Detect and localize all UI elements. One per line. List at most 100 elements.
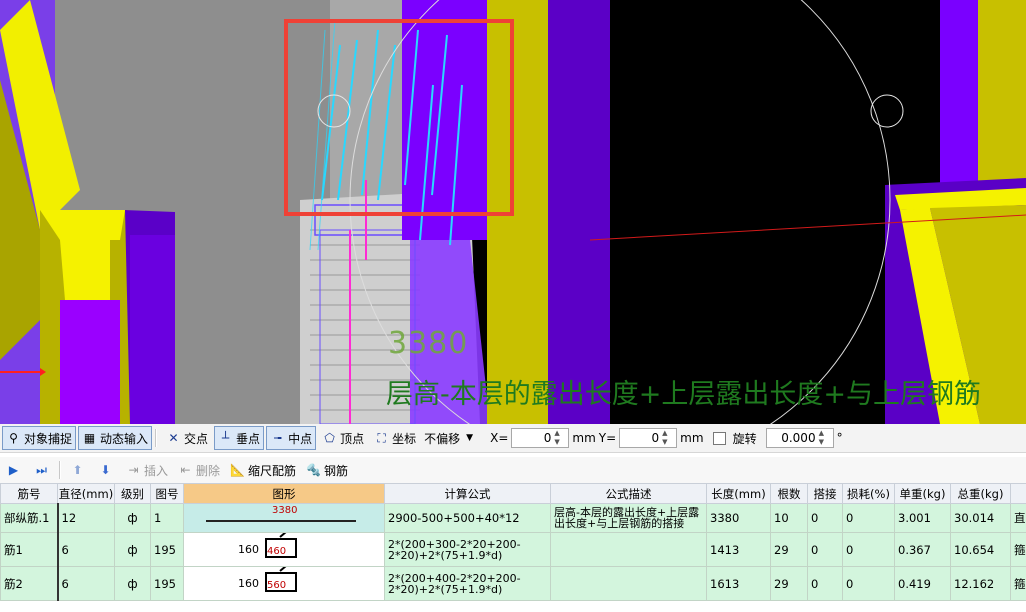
description-cell[interactable] [550,566,707,601]
3d-scene [0,0,1026,424]
formula-cell[interactable]: 2900-500+500+40*12 [384,503,551,533]
unit-weight-cell[interactable]: 3.001 [894,503,951,533]
arrow-up-icon: ⬆ [72,462,83,477]
figure-no-cell[interactable]: 195 [150,532,184,567]
midpoint-snap-button[interactable]: ╼ 中点 [266,426,317,450]
header-cell[interactable]: 总重(kg) [950,483,1011,504]
nav-next-button[interactable]: ▶ [2,458,28,482]
y-label: Y= [598,431,617,445]
table-row[interactable]: 筋2 6 ф 195 160 560 2*(200+400-2*20+200-2… [0,566,1026,601]
unit-weight-cell[interactable]: 0.367 [894,532,951,567]
nav-last-button[interactable]: ⏭ [30,458,56,482]
table-row[interactable]: 筋1 6 ф 195 160 460 2*(200+300-2*20+200-2… [0,532,1026,567]
count-cell[interactable]: 29 [770,532,808,567]
header-cell[interactable] [1010,483,1026,504]
length-cell[interactable]: 1413 [706,532,771,567]
total-weight-cell[interactable]: 30.014 [950,503,1011,533]
rotate-checkbox[interactable] [712,431,726,445]
grid-input-icon: ▦ [83,430,96,445]
figure-no-cell[interactable]: 1 [150,503,184,533]
type-cell[interactable]: 直 [1010,503,1026,533]
rebar-name-cell[interactable]: 筋2 [0,566,59,601]
header-cell[interactable]: 搭接 [807,483,843,504]
figure-no-cell[interactable]: 195 [150,566,184,601]
x-label: X= [490,431,509,445]
rebar-button[interactable]: 🔩 钢筋 [302,458,352,482]
formula-cell[interactable]: 2*(200+400-2*20+200-2*20)+2*(75+1.9*d) [384,566,551,601]
stirrup-height-label: 560 [267,580,287,591]
header-cell[interactable]: 计算公式 [384,483,551,504]
shape-cell[interactable]: 160 460 [183,532,385,567]
stirrup-hook [279,567,292,572]
x-input[interactable]: 0 ▲ ▼ [511,428,570,448]
3d-viewport[interactable]: 3380 层高-本层的露出长度+上层露出长度+与上层钢筋 [0,0,1026,424]
center-purple-side [548,0,610,424]
header-cell[interactable]: 公式描述 [550,483,707,504]
description-cell[interactable]: 层高-本层的露出长度+上层露出长度+与上层钢筋的搭接 [550,503,707,533]
length-cell[interactable]: 3380 [706,503,771,533]
intersection-snap-button[interactable]: ✕ 交点 [162,426,212,450]
header-cell[interactable]: 损耗(%) [842,483,895,504]
left-column-purple [60,300,120,424]
type-cell[interactable]: 箍 [1010,566,1026,601]
loss-cell[interactable]: 0 [842,503,895,533]
grade-cell[interactable]: ф [114,503,151,533]
x-unit: mm [572,431,596,445]
move-up-button[interactable]: ⬆ [66,458,92,482]
type-cell[interactable]: 箍 [1010,532,1026,567]
header-cell[interactable]: 直径(mm) [57,483,115,504]
grade-cell[interactable]: ф [114,532,151,567]
diameter-cell[interactable]: 12 [57,503,115,533]
object-snap-button[interactable]: ⚲ 对象捕捉 [2,426,77,450]
perpendicular-snap-button[interactable]: ┴ 垂点 [214,426,265,450]
length-cell[interactable]: 1613 [706,566,771,601]
diameter-cell[interactable]: 6 [57,566,115,601]
table-header-row: 筋号 直径(mm) 级别 图号 图形 计算公式 公式描述 长度(mm) 根数 搭… [0,483,1026,504]
shape-cell[interactable]: 3380 [183,503,385,533]
lap-cell[interactable]: 0 [807,566,843,601]
header-cell[interactable]: 根数 [770,483,808,504]
shape-cell[interactable]: 160 560 [183,566,385,601]
rotate-unit: ° [836,431,843,445]
toolbar-separator [155,429,158,447]
loss-cell[interactable]: 0 [842,532,895,567]
delete-button[interactable]: ⇤ 删除 [174,458,224,482]
loss-cell[interactable]: 0 [842,566,895,601]
stirrup-height-label: 460 [267,546,287,557]
grade-cell[interactable]: ф [114,566,151,601]
total-weight-cell[interactable]: 10.654 [950,532,1011,567]
description-cell[interactable] [550,532,707,567]
total-weight-cell[interactable]: 12.162 [950,566,1011,601]
rotate-input[interactable]: 0.000 ▲ ▼ [765,428,834,448]
count-cell[interactable]: 10 [770,503,808,533]
straight-bar-shape [206,520,356,522]
unit-weight-cell[interactable]: 0.419 [894,566,951,601]
formula-cell[interactable]: 2*(200+300-2*20+200-2*20)+2*(75+1.9*d) [384,532,551,567]
rebar-name-cell[interactable]: 部纵筋.1 [0,503,59,533]
dynamic-input-button[interactable]: ▦ 动态输入 [78,426,153,450]
y-input[interactable]: 0 ▲ ▼ [619,428,678,448]
table-row[interactable]: 部纵筋.1 12 ф 1 3380 2900-500+500+40*12 层高-… [0,503,1026,533]
center-purple-column [402,0,487,240]
header-cell[interactable]: 级别 [114,483,151,504]
header-cell[interactable]: 图号 [150,483,184,504]
offset-mode-select[interactable]: 不偏移 ▼ [420,428,483,448]
header-cell[interactable]: 单重(kg) [894,483,951,504]
vertex-snap-button[interactable]: ⬠ 顶点 [318,426,368,450]
lap-cell[interactable]: 0 [807,532,843,567]
coordinate-snap-button[interactable]: ⛶ 坐标 [370,426,420,450]
count-cell[interactable]: 29 [770,566,808,601]
y-spinner[interactable]: ▲ ▼ [662,429,673,447]
rebar-name-cell[interactable]: 筋1 [0,532,59,567]
header-cell[interactable]: 筋号 [0,483,58,504]
diameter-cell[interactable]: 6 [57,532,115,567]
header-cell-shape[interactable]: 图形 [183,483,385,504]
x-spinner[interactable]: ▲ ▼ [554,429,565,447]
lap-cell[interactable]: 0 [807,503,843,533]
scale-rebar-button[interactable]: 📐 缩尺配筋 [226,458,300,482]
rotate-spinner[interactable]: ▲ ▼ [819,429,830,447]
skip-end-icon: ⏭ [36,462,47,477]
move-down-button[interactable]: ⬇ [94,458,120,482]
insert-button[interactable]: ⇥ 插入 [122,458,172,482]
header-cell[interactable]: 长度(mm) [706,483,771,504]
